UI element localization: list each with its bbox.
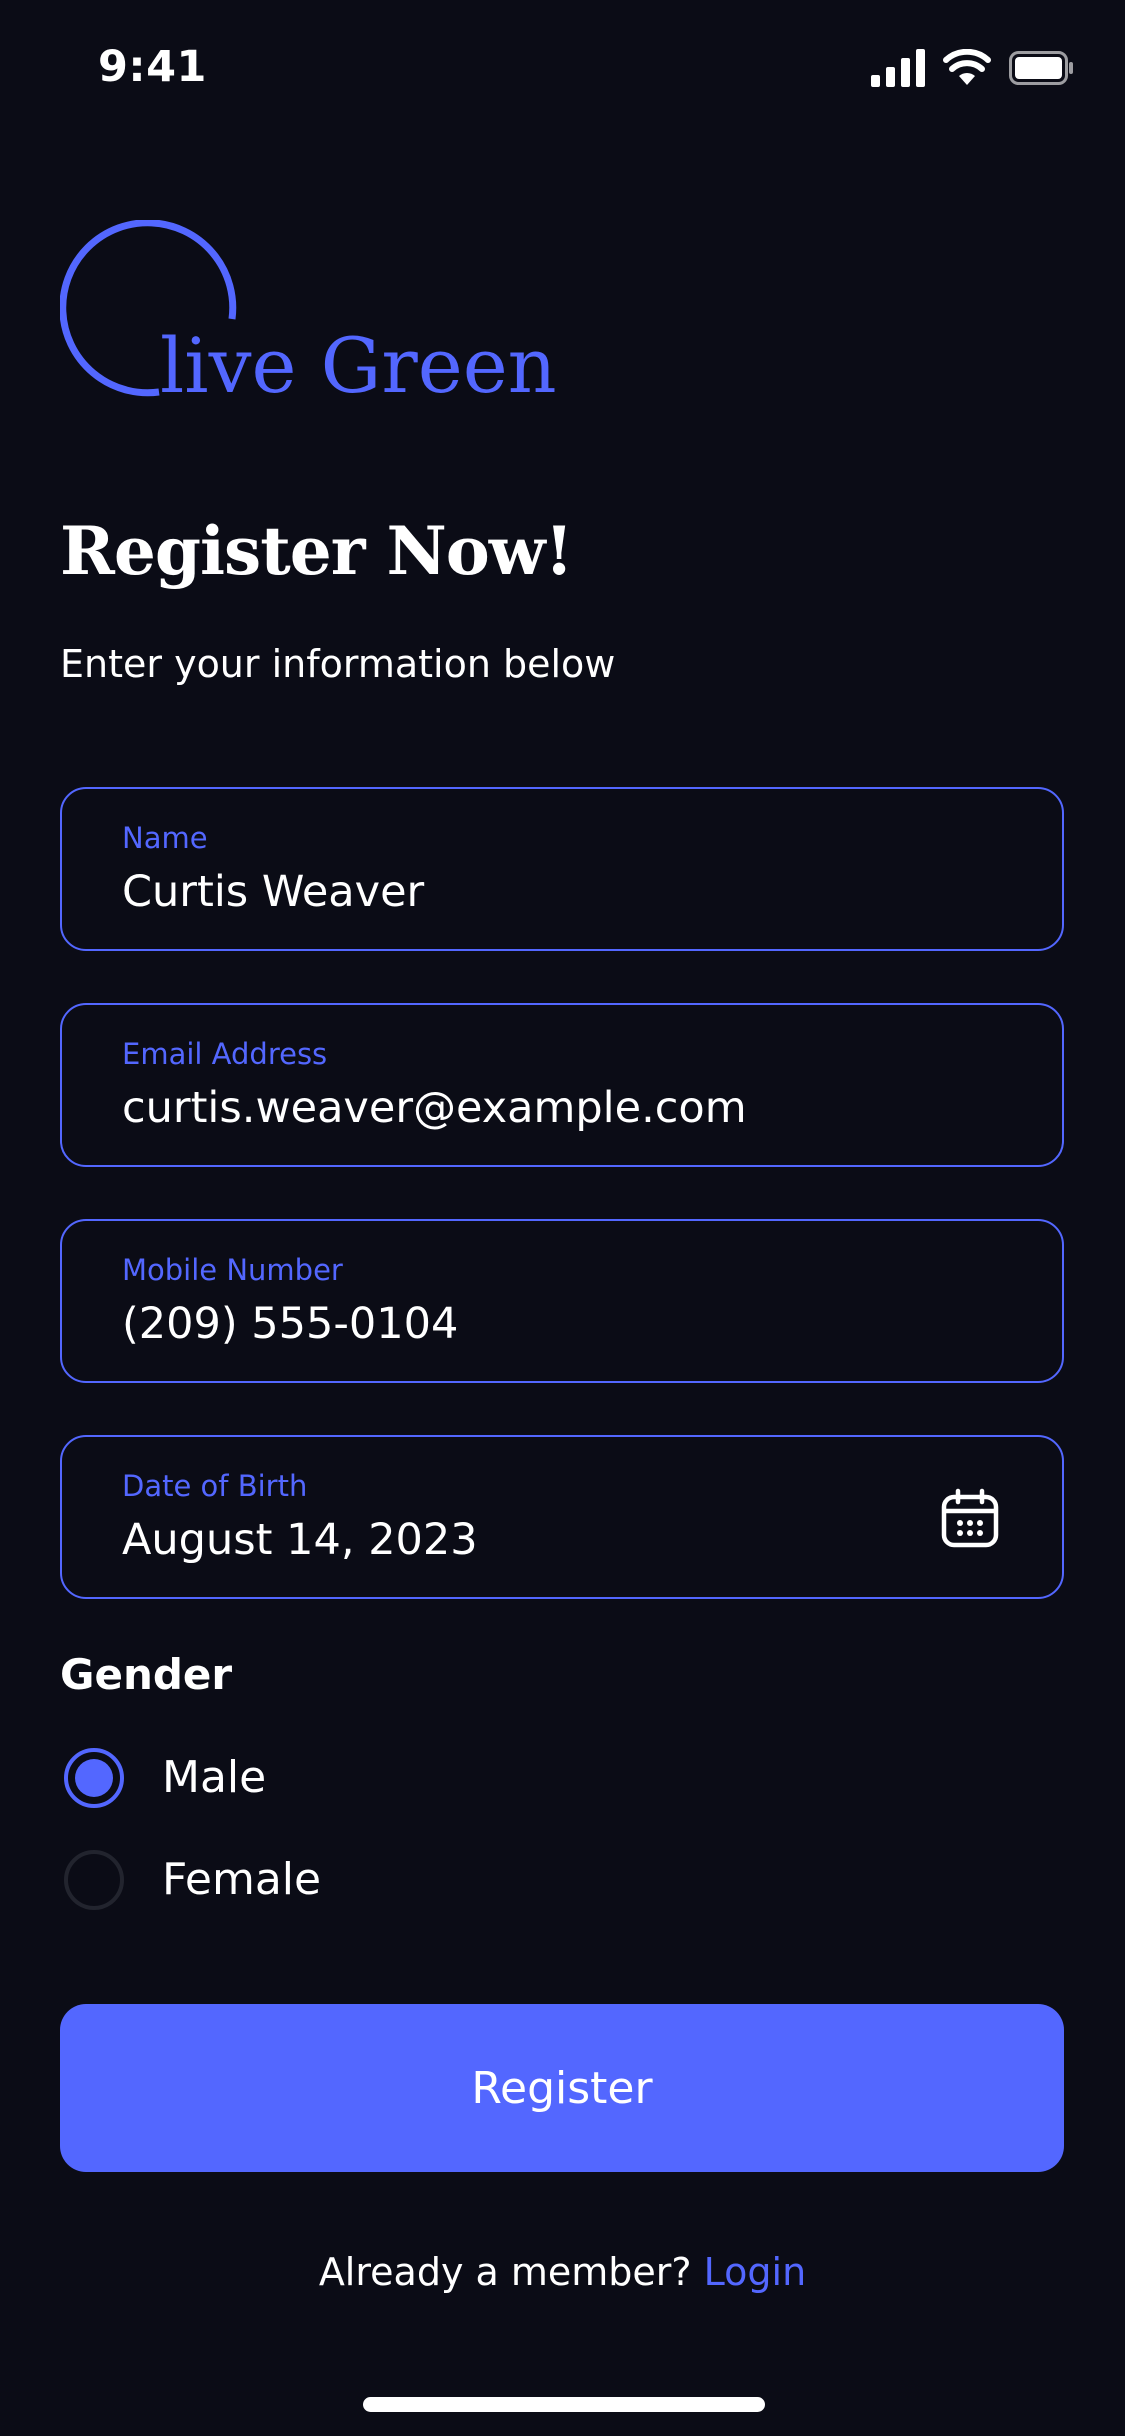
dob-field-label: Date of Birth: [122, 1469, 308, 1503]
dob-field[interactable]: Date of Birth August 14, 2023: [60, 1435, 1064, 1599]
name-field-value[interactable]: Curtis Weaver: [122, 867, 424, 917]
gender-label: Gender: [60, 1650, 233, 1699]
login-prompt: Already a member? Login: [0, 2250, 1125, 2294]
email-field[interactable]: Email Address curtis.weaver@example.com: [60, 1003, 1064, 1167]
status-bar: 9:41: [0, 0, 1125, 140]
dob-field-value[interactable]: August 14, 2023: [122, 1515, 478, 1565]
register-button[interactable]: Register: [60, 2004, 1064, 2172]
home-indicator[interactable]: [363, 2397, 765, 2412]
page-title: Register Now!: [60, 512, 574, 590]
radio-unchecked-icon[interactable]: [64, 1850, 124, 1910]
name-field-label: Name: [122, 821, 208, 855]
login-link[interactable]: Login: [704, 2250, 807, 2294]
brand-logo: live Green: [60, 220, 580, 410]
mobile-field-value[interactable]: (209) 555-0104: [122, 1299, 458, 1349]
mobile-field[interactable]: Mobile Number (209) 555-0104: [60, 1219, 1064, 1383]
gender-option-female[interactable]: Female: [64, 1848, 564, 1912]
login-prompt-text: Already a member?: [318, 2250, 692, 2294]
email-field-value[interactable]: curtis.weaver@example.com: [122, 1083, 747, 1133]
gender-option-male[interactable]: Male: [64, 1746, 564, 1810]
mobile-field-label: Mobile Number: [122, 1253, 343, 1287]
gender-option-label: Female: [162, 1854, 322, 1905]
calendar-icon[interactable]: [938, 1487, 1002, 1551]
gender-option-label: Male: [162, 1752, 267, 1803]
brand-name: live Green: [160, 321, 557, 410]
wifi-icon: [943, 49, 991, 85]
status-icons: [871, 49, 1075, 89]
status-time: 9:41: [98, 42, 207, 92]
name-field[interactable]: Name Curtis Weaver: [60, 787, 1064, 951]
radio-checked-icon[interactable]: [64, 1748, 124, 1808]
email-field-label: Email Address: [122, 1037, 328, 1071]
battery-icon: [1009, 51, 1073, 85]
signal-icon: [871, 49, 925, 87]
page-subtitle: Enter your information below: [60, 642, 616, 686]
